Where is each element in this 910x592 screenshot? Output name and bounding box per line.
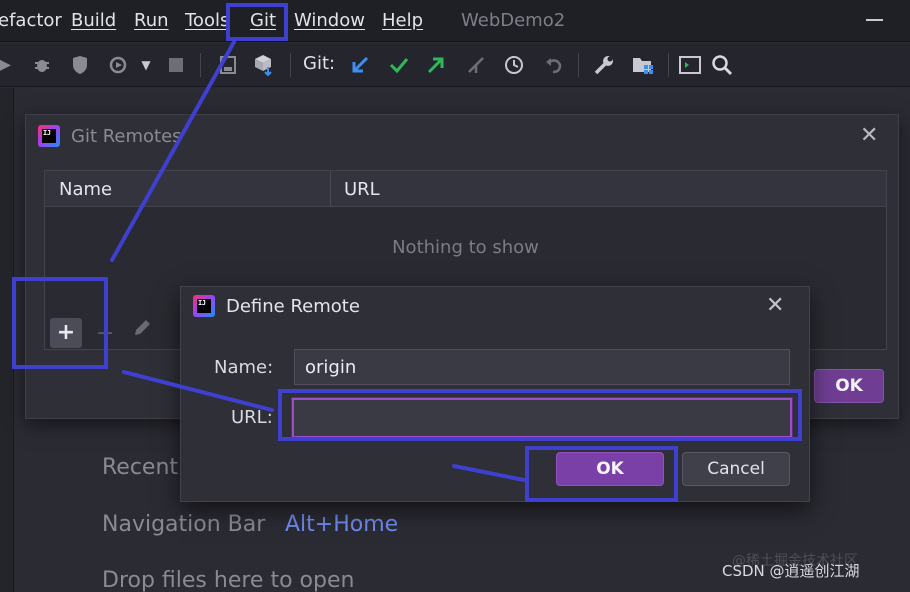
- settings-wrench-icon[interactable]: [592, 53, 616, 77]
- toolbar-separator: [290, 53, 291, 77]
- terminal-icon[interactable]: [678, 53, 702, 77]
- menu-window[interactable]: Window: [294, 10, 365, 31]
- project-structure-icon[interactable]: [631, 53, 655, 77]
- git-commit-icon[interactable]: [387, 53, 411, 77]
- menu-git[interactable]: Git: [250, 10, 276, 31]
- menu-run[interactable]: Run: [134, 10, 169, 31]
- navigation-bar-hint: Navigation Bar: [102, 512, 266, 537]
- dialog-title: Git Remotes: [71, 126, 182, 147]
- intellij-logo-icon: IJ: [193, 295, 215, 317]
- column-divider[interactable]: [330, 171, 331, 207]
- define-remote-dialog: IJ Define Remote ✕ Name: URL: OK Cancel: [180, 286, 810, 502]
- stop-icon[interactable]: [164, 53, 188, 77]
- table-header: Name URL: [45, 171, 886, 207]
- profile-icon[interactable]: [106, 53, 130, 77]
- git-update-icon[interactable]: [348, 53, 372, 77]
- git-push-icon[interactable]: [424, 53, 448, 77]
- drop-files-hint: Drop files here to open: [102, 568, 355, 592]
- git-history-icon[interactable]: [502, 53, 526, 77]
- menu-build[interactable]: Build: [71, 10, 116, 31]
- pencil-icon: [135, 320, 150, 335]
- define-remote-ok-button[interactable]: OK: [556, 452, 664, 486]
- debug-icon[interactable]: [30, 53, 54, 77]
- column-header-name[interactable]: Name: [59, 179, 112, 200]
- window-title: WebDemo2: [461, 10, 566, 31]
- menu-bar: efactor Build Run Tools Git Window Help …: [0, 0, 910, 42]
- toolbar-separator: [200, 53, 201, 77]
- minimize-icon[interactable]: [866, 19, 883, 21]
- menu-refactor[interactable]: efactor: [0, 10, 62, 31]
- run-icon[interactable]: ▶: [0, 53, 16, 77]
- cancel-button[interactable]: Cancel: [682, 452, 790, 486]
- git-remotes-ok-button[interactable]: OK: [814, 369, 884, 403]
- git-merge-icon[interactable]: [464, 53, 488, 77]
- deploy-icon[interactable]: [252, 53, 276, 77]
- menu-tools[interactable]: Tools: [185, 10, 229, 31]
- navigation-bar-shortcut: Alt+Home: [285, 512, 399, 537]
- recent-files-hint: Recent: [102, 455, 179, 480]
- close-icon[interactable]: ✕: [766, 293, 784, 318]
- git-toolbar-label: Git:: [303, 53, 336, 74]
- build-icon[interactable]: [216, 53, 240, 77]
- dropdown-icon[interactable]: ▼: [134, 53, 158, 77]
- url-label: URL:: [231, 407, 273, 428]
- coverage-icon[interactable]: [68, 53, 92, 77]
- close-icon[interactable]: ✕: [860, 123, 878, 148]
- column-header-url[interactable]: URL: [344, 179, 380, 200]
- toolbar-separator: [578, 53, 579, 77]
- empty-table-text: Nothing to show: [392, 237, 539, 258]
- intellij-logo-icon: IJ: [38, 125, 60, 147]
- add-remote-button[interactable]: +: [50, 318, 82, 348]
- remote-url-field[interactable]: [292, 398, 792, 438]
- remote-name-field[interactable]: [294, 349, 790, 385]
- remove-remote-button[interactable]: −: [96, 321, 114, 346]
- name-label: Name:: [214, 357, 274, 378]
- edit-remote-button[interactable]: [132, 318, 152, 343]
- tool-window-strip: [0, 88, 14, 592]
- git-rollback-icon[interactable]: [542, 53, 566, 77]
- dialog-title: Define Remote: [226, 296, 360, 317]
- watermark: CSDN @逍遥创江湖: [722, 562, 860, 580]
- toolbar-separator: [668, 53, 669, 77]
- menu-help[interactable]: Help: [382, 10, 423, 31]
- search-icon[interactable]: [710, 53, 734, 77]
- main-toolbar: ▶ ▼ Git:: [0, 43, 910, 87]
